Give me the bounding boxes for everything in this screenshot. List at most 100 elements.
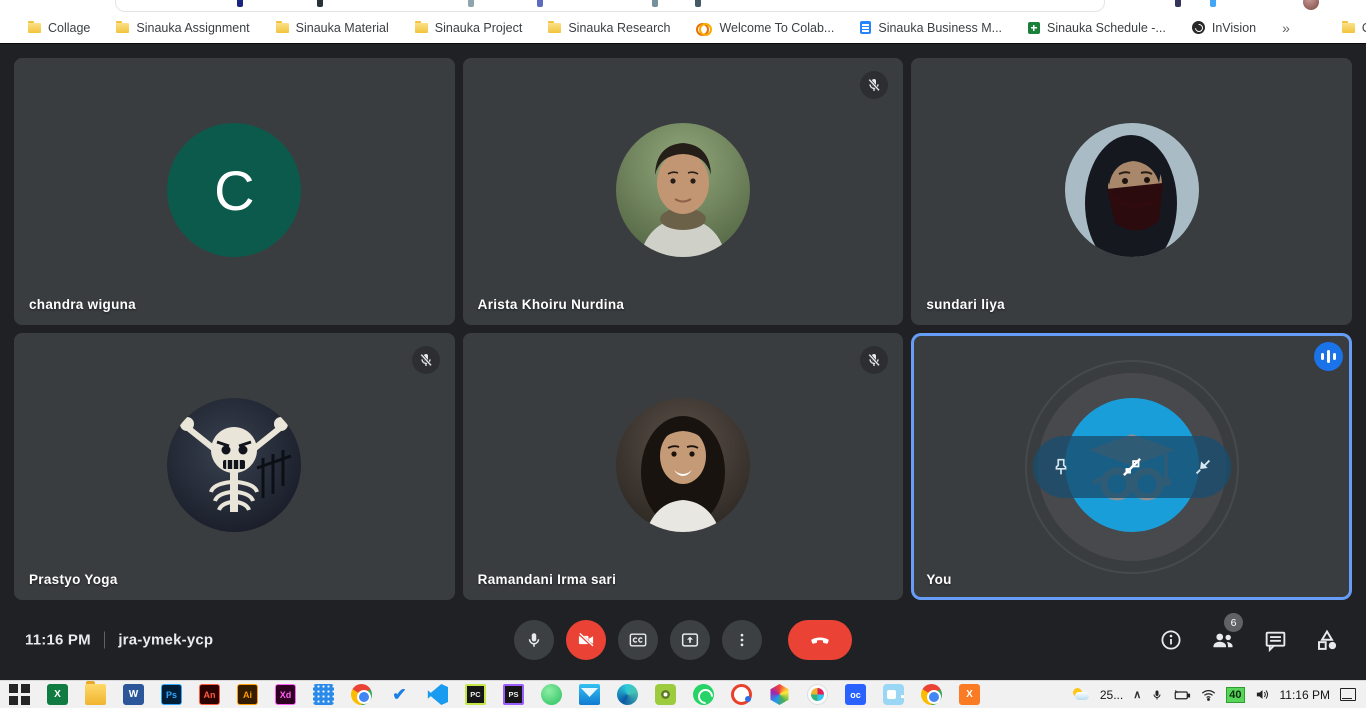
folder-icon	[116, 23, 129, 33]
excel-icon[interactable]: X	[47, 684, 68, 705]
windows-taskbar: X W Ps An Ai Xd ✔ PC PS oc X	[0, 680, 1366, 708]
bookmark-label: Sinauka Research	[568, 21, 670, 35]
microphone-button[interactable]	[514, 620, 554, 660]
action-center-icon[interactable]	[1340, 688, 1356, 701]
participant-tile[interactable]: Ramandani Irma sari	[463, 333, 904, 600]
present-screen-button[interactable]	[670, 620, 710, 660]
tray-expand-chevron-icon[interactable]: ∧	[1133, 688, 1141, 701]
participant-name: Prastyo Yoga	[29, 572, 118, 587]
bookmark-sinauka-research[interactable]: Sinauka Research	[548, 21, 670, 35]
edge-icon[interactable]	[617, 684, 638, 705]
google-docs-icon	[860, 21, 871, 34]
tray-mic-icon[interactable]	[1151, 688, 1163, 702]
people-button[interactable]: 6	[1210, 627, 1236, 653]
leave-call-button[interactable]	[788, 620, 852, 660]
browser-toolbar-sliver	[0, 0, 1366, 12]
participant-tile[interactable]: C chandra wiguna	[14, 58, 455, 325]
google-sheets-icon	[1028, 22, 1040, 34]
bookmark-sinauka-assignment[interactable]: Sinauka Assignment	[116, 21, 249, 35]
todo-check-icon[interactable]: ✔	[389, 684, 410, 705]
bookmark-invision[interactable]: InVision	[1192, 21, 1256, 35]
bookmark-sinauka-business[interactable]: Sinauka Business M...	[860, 21, 1002, 35]
browser-profile-avatar[interactable]	[1303, 0, 1319, 10]
adobe-xd-icon[interactable]: Xd	[275, 684, 296, 705]
swirl-app-icon[interactable]	[731, 684, 752, 705]
other-bookmarks[interactable]: Other bookmarks	[1342, 21, 1366, 35]
participant-tile-you[interactable]: You	[911, 333, 1352, 600]
phpstorm-icon[interactable]: PS	[503, 684, 524, 705]
mail-icon[interactable]	[579, 684, 600, 705]
screen: Collage Sinauka Assignment Sinauka Mater…	[0, 0, 1366, 708]
extension-icon[interactable]	[237, 0, 243, 7]
chrome-running-icon[interactable]	[921, 684, 942, 705]
extension-icon[interactable]	[1210, 0, 1216, 7]
speaking-indicator-icon	[1314, 342, 1343, 371]
mic-muted-icon	[860, 346, 888, 374]
word-icon[interactable]: W	[123, 684, 144, 705]
weather-temp[interactable]: 25...	[1100, 688, 1123, 702]
folder-icon	[28, 23, 41, 33]
camera-app-icon[interactable]	[655, 684, 676, 705]
taskbar-apps: X W Ps An Ai Xd ✔ PC PS oc X	[0, 684, 980, 705]
bookmark-collage[interactable]: Collage	[28, 21, 90, 35]
activities-button[interactable]	[1314, 627, 1340, 653]
photoshop-icon[interactable]: Ps	[161, 684, 182, 705]
bookmark-sinauka-schedule[interactable]: Sinauka Schedule -...	[1028, 21, 1166, 35]
participant-count-badge: 6	[1224, 613, 1243, 632]
hexagon-app-icon[interactable]	[769, 684, 790, 705]
collapse-tile-icon[interactable]	[1192, 456, 1214, 478]
vscode-icon[interactable]	[427, 684, 448, 705]
extension-icon[interactable]	[468, 0, 474, 7]
start-button-icon[interactable]	[9, 684, 30, 705]
bookmark-label: Sinauka Assignment	[136, 21, 249, 35]
mic-muted-icon	[860, 71, 888, 99]
pycharm-icon[interactable]: PC	[465, 684, 486, 705]
battery-plug-icon[interactable]	[1173, 689, 1191, 701]
file-explorer-icon[interactable]	[85, 684, 106, 705]
participant-name: chandra wiguna	[29, 297, 136, 312]
colab-icon	[696, 23, 712, 33]
video-recorder-app-icon[interactable]	[883, 684, 904, 705]
extension-icon[interactable]	[695, 0, 701, 7]
more-options-button[interactable]	[722, 620, 762, 660]
weather-icon[interactable]	[1072, 688, 1090, 702]
oc-app-icon[interactable]: oc	[845, 684, 866, 705]
wifi-icon[interactable]	[1201, 689, 1216, 701]
bookmark-sinauka-project[interactable]: Sinauka Project	[415, 21, 523, 35]
extension-icon[interactable]	[317, 0, 323, 7]
meeting-info: 11:16 PM jra-ymek-ycp	[25, 632, 213, 649]
extension-icon[interactable]	[537, 0, 543, 7]
bookmark-sinauka-material[interactable]: Sinauka Material	[276, 21, 389, 35]
extension-icon[interactable]	[652, 0, 658, 7]
google-meet-main: C chandra wiguna	[0, 44, 1366, 680]
whatsapp-icon[interactable]	[693, 684, 714, 705]
pinwheel-app-icon[interactable]	[807, 684, 828, 705]
chat-button[interactable]	[1262, 627, 1288, 653]
participant-tile[interactable]: Prastyo Yoga	[14, 333, 455, 600]
bookmarks-overflow-chevron[interactable]: »	[1282, 20, 1290, 36]
battery-percent-badge[interactable]: 40	[1226, 687, 1244, 703]
bookmark-welcome-to-colab[interactable]: Welcome To Colab...	[696, 21, 834, 35]
illustrator-icon[interactable]: Ai	[237, 684, 258, 705]
meet-bottom-bar: 11:16 PM jra-ymek-ycp	[0, 600, 1366, 680]
captions-button[interactable]	[618, 620, 658, 660]
participant-name: You	[926, 572, 951, 587]
participant-tile[interactable]: sundari liya	[911, 58, 1352, 325]
remove-tile-icon[interactable]	[1119, 454, 1145, 480]
address-bar-partial[interactable]	[115, 0, 1105, 12]
bookmark-label: Collage	[48, 21, 90, 35]
volume-icon[interactable]	[1255, 688, 1270, 701]
avatar: C	[167, 123, 301, 257]
tray-clock[interactable]: 11:16 PM	[1280, 688, 1330, 702]
meeting-details-button[interactable]	[1158, 627, 1184, 653]
extension-icon[interactable]	[1175, 0, 1181, 7]
animate-icon[interactable]: An	[199, 684, 220, 705]
bookmarks-bar: Collage Sinauka Assignment Sinauka Mater…	[0, 12, 1366, 44]
chrome-icon[interactable]	[351, 684, 372, 705]
pin-tile-icon[interactable]	[1050, 456, 1072, 478]
camera-off-button[interactable]	[566, 620, 606, 660]
participant-tile[interactable]: Arista Khoiru Nurdina	[463, 58, 904, 325]
calendar-icon[interactable]	[313, 684, 334, 705]
android-emulator-icon[interactable]	[541, 684, 562, 705]
xampp-icon[interactable]: X	[959, 684, 980, 705]
